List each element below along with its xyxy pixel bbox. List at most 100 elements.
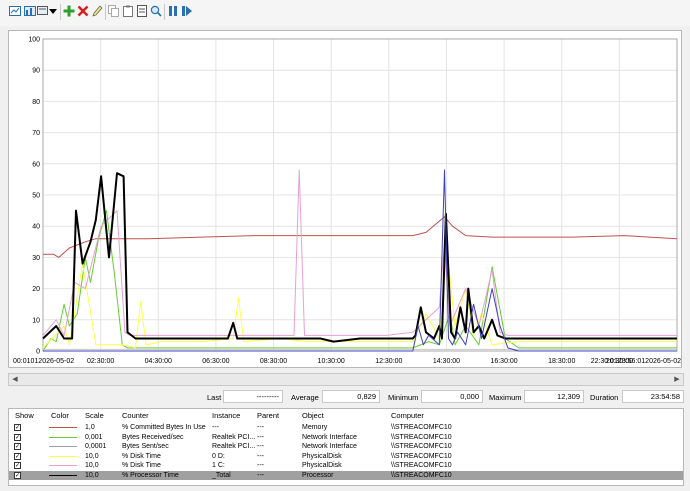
header-counter[interactable]: Counter (122, 411, 149, 420)
legend-row[interactable]: ✓ 1,0 % Committed Bytes In Use --- --- Memory… (9, 423, 683, 432)
color-swatch (49, 446, 77, 447)
y-tick-label: 50 (32, 193, 40, 200)
toolbar-separator (60, 4, 61, 20)
computer-cell: \\STREACOMFC10 (391, 471, 452, 479)
counter-cell: % Processor Time (122, 471, 179, 479)
scale-cell: 10,0 (85, 471, 99, 479)
legend-row[interactable]: ✓ 10,0 % Processor Time _Total --- Processor \… (9, 470, 683, 480)
freeze-display-icon[interactable] (167, 5, 179, 17)
legend-row[interactable]: ✓ 0,001 Bytes Received/sec Realtek PCI... --… (9, 433, 683, 442)
y-tick-label: 40 (32, 224, 40, 231)
delete-counter-icon[interactable] (77, 5, 89, 17)
x-tick-label: 04:30:00 (145, 358, 172, 365)
parent-cell: --- (257, 452, 264, 460)
scroll-left-icon[interactable]: ◀ (10, 375, 20, 385)
x-tick-label: 22:30:0123:56:012026-05-02 (591, 358, 681, 365)
zoom-icon[interactable] (150, 5, 162, 17)
line-chart: 100908070605040302010000:01012026-05-02 0… (13, 37, 681, 366)
y-tick-label: 70 (32, 130, 40, 137)
counter-cell: Bytes Received/sec (122, 433, 184, 441)
dropdown-arrow-icon[interactable] (49, 5, 57, 17)
header-show[interactable]: Show (15, 411, 34, 420)
last-label: Last (207, 393, 222, 402)
y-tick-label: 90 (32, 68, 40, 75)
parent-cell: --- (257, 424, 264, 431)
x-tick-label: 08:30:00 (260, 358, 287, 365)
copy-properties-icon[interactable] (108, 5, 120, 17)
show-checkbox[interactable]: ✓ (14, 452, 21, 460)
x-tick-label: 10:30:00 (318, 358, 345, 365)
color-swatch (49, 474, 77, 476)
show-checkbox[interactable]: ✓ (14, 433, 21, 441)
object-cell: Processor (302, 471, 334, 479)
object-cell: Memory (302, 424, 328, 431)
average-value: 0,829 (322, 390, 380, 403)
x-tick-label: 06:30:00 (202, 358, 229, 365)
show-checkbox[interactable]: ✓ (14, 424, 21, 431)
computer-cell: \\STREACOMFC10 (391, 443, 452, 450)
scroll-right-icon[interactable]: ▶ (672, 375, 682, 385)
average-label: Average (291, 393, 319, 402)
counter-cell: Bytes Sent/sec (122, 443, 169, 450)
x-tick-label: 14:30:00 (433, 358, 460, 365)
x-tick-label: 18:30:00 (548, 358, 575, 365)
legend-row[interactable]: ✓ 10,0 % Disk Time 0 D: --- PhysicalDisk \\STR… (9, 452, 683, 461)
computer-cell: \\STREACOMFC10 (391, 424, 452, 431)
toolbar-separator (164, 4, 165, 20)
y-tick-label: 30 (32, 255, 40, 262)
y-tick-label: 80 (32, 99, 40, 106)
update-data-icon[interactable] (181, 5, 193, 17)
parent-cell: --- (257, 443, 264, 450)
show-checkbox[interactable]: ✓ (14, 443, 21, 450)
instance-cell: _Total (212, 471, 231, 479)
properties-icon[interactable] (136, 5, 148, 17)
header-scale[interactable]: Scale (85, 411, 104, 420)
series-line (42, 250, 677, 349)
y-tick-label: 20 (32, 286, 40, 293)
change-graph-type-icon[interactable] (24, 5, 36, 17)
scale-cell: 10,0 (85, 462, 99, 469)
view-graph-icon[interactable] (9, 5, 21, 17)
last-value: --------- (223, 390, 283, 403)
time-range-scrollbar[interactable]: ◀ ▶ (8, 373, 684, 386)
instance-cell: Realtek PCI... (212, 443, 256, 450)
object-cell: Network Interface (302, 433, 357, 441)
series-line (42, 210, 677, 352)
color-swatch (49, 455, 77, 457)
parent-cell: --- (257, 462, 264, 469)
show-checkbox[interactable]: ✓ (14, 462, 21, 469)
maximum-label: Maximum (489, 393, 522, 402)
header-computer[interactable]: Computer (391, 411, 424, 420)
header-object[interactable]: Object (302, 411, 324, 420)
statistics-bar: Last --------- Average 0,829 Minimum 0,0… (8, 390, 684, 404)
monitor-icon[interactable] (37, 5, 49, 17)
y-tick-label: 60 (32, 161, 40, 168)
instance-cell: 1 C: (212, 462, 225, 469)
header-instance[interactable]: Instance (212, 411, 240, 420)
header-parent[interactable]: Parent (257, 411, 279, 420)
x-tick-label: 12:30:00 (375, 358, 402, 365)
add-counter-icon[interactable] (63, 5, 75, 17)
toolbar (0, 0, 690, 47)
show-checkbox[interactable]: ✓ (14, 471, 21, 479)
computer-cell: \\STREACOMFC10 (391, 452, 452, 460)
x-tick-label: 16:30:00 (490, 358, 517, 365)
duration-value: 23:54:58 (622, 390, 684, 403)
counter-cell: % Committed Bytes In Use (122, 424, 206, 431)
computer-cell: \\STREACOMFC10 (391, 462, 452, 469)
header-color[interactable]: Color (51, 411, 69, 420)
legend-row[interactable]: ✓ 0,0001 Bytes Sent/sec Realtek PCI... --- Ne… (9, 442, 683, 451)
legend-row[interactable]: ✓ 10,0 % Disk Time 1 C: --- PhysicalDisk \\STR… (9, 461, 683, 470)
paste-counter-list-icon[interactable] (122, 5, 134, 17)
maximum-value: 12,309 (524, 390, 584, 403)
parent-cell: --- (257, 471, 264, 479)
toolbar-separator (105, 4, 106, 20)
performance-graph[interactable]: 100 90 80 70 60 50 40 30 20 10 0 00:01012026-05-02 0… (8, 30, 682, 368)
color-swatch (49, 427, 77, 428)
y-tick-label: 0 (36, 349, 40, 356)
object-cell: Network Interface (302, 443, 357, 450)
highlight-icon[interactable] (91, 5, 103, 17)
counter-cell: % Disk Time (122, 452, 161, 460)
scale-cell: 1,0 (85, 424, 95, 431)
counter-legend[interactable]: Show Color Scale Counter Instance Parent… (8, 408, 684, 486)
